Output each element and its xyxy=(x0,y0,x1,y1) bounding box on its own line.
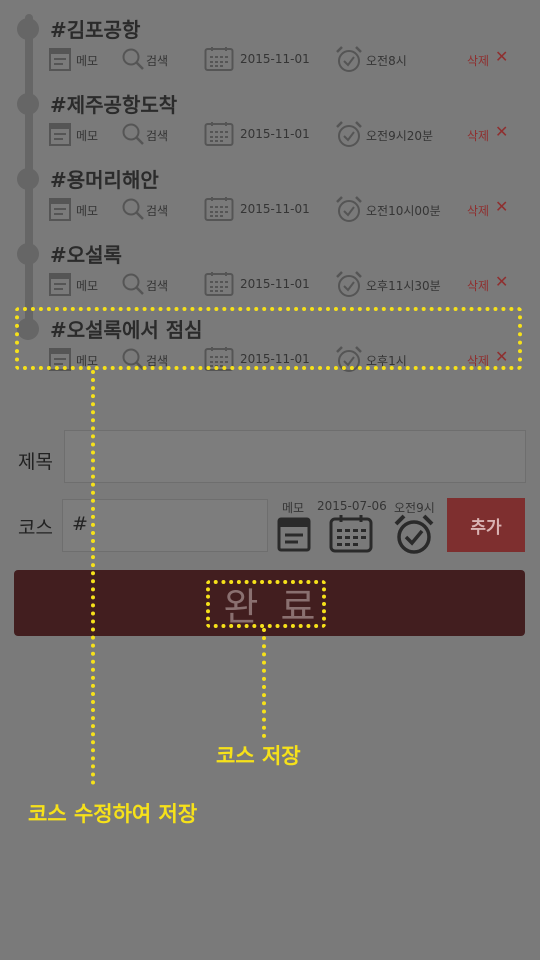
memo-label[interactable]: 메모 xyxy=(76,277,98,294)
search-icon[interactable] xyxy=(121,122,145,146)
delete-button[interactable]: 삭제 xyxy=(467,52,489,69)
course-title[interactable]: #오설록 xyxy=(50,239,122,268)
alarm-clock-icon[interactable] xyxy=(335,120,363,148)
timeline-dot xyxy=(17,168,39,190)
course-title[interactable]: #용머리해안 xyxy=(50,164,159,193)
delete-x-icon[interactable]: ✕ xyxy=(495,47,508,66)
search-icon[interactable] xyxy=(121,47,145,71)
calendar-icon[interactable] xyxy=(204,196,234,222)
memo-icon[interactable] xyxy=(48,121,72,147)
time-label[interactable]: 오전9시20분 xyxy=(366,127,433,144)
delete-x-icon[interactable]: ✕ xyxy=(495,197,508,216)
date-label[interactable]: 2015-11-01 xyxy=(240,277,310,291)
memo-icon[interactable] xyxy=(48,46,72,72)
course-item[interactable]: #오설록 메모 검색 2015-11-01 오후11시30분 삭제 ✕ xyxy=(0,233,540,308)
search-icon[interactable] xyxy=(121,197,145,221)
delete-button[interactable]: 삭제 xyxy=(467,277,489,294)
delete-x-icon[interactable]: ✕ xyxy=(495,122,508,141)
alarm-clock-icon[interactable] xyxy=(335,195,363,223)
course-input-value: # xyxy=(72,513,88,535)
delete-x-icon[interactable]: ✕ xyxy=(495,272,508,291)
alarm-clock-icon[interactable] xyxy=(335,270,363,298)
course-label: 코스 xyxy=(18,517,53,539)
add-button[interactable]: 추가 xyxy=(447,498,525,552)
highlight-edit-connector xyxy=(91,370,95,785)
memo-label[interactable]: 메모 xyxy=(76,202,98,219)
memo-label[interactable]: 메모 xyxy=(76,52,98,69)
search-label[interactable]: 검색 xyxy=(146,127,168,144)
highlight-done-box xyxy=(206,580,326,628)
date-label[interactable]: 2015-11-01 xyxy=(240,127,310,141)
search-icon[interactable] xyxy=(121,272,145,296)
form-memo-icon[interactable] xyxy=(276,515,312,553)
course-title[interactable]: #제주공항도착 xyxy=(50,89,177,118)
course-title[interactable]: #김포공항 xyxy=(50,14,140,43)
alarm-clock-icon[interactable] xyxy=(335,45,363,73)
timeline-dot xyxy=(17,243,39,265)
form-date-label: 2015-07-06 xyxy=(317,499,387,513)
form-alarm-clock-icon[interactable] xyxy=(393,513,435,555)
highlight-edit-course-box xyxy=(15,307,522,370)
time-label[interactable]: 오전10시00분 xyxy=(366,202,441,219)
search-label[interactable]: 검색 xyxy=(146,52,168,69)
calendar-icon[interactable] xyxy=(204,271,234,297)
annotation-edit-save: 코스 수정하여 저장 xyxy=(28,802,198,826)
form-memo-label: 메모 xyxy=(282,501,305,515)
course-item[interactable]: #용머리해안 메모 검색 2015-11-01 오전10시00분 삭제 ✕ xyxy=(0,158,540,233)
title-label: 제목 xyxy=(18,451,53,473)
timeline-dot xyxy=(17,18,39,40)
search-label[interactable]: 검색 xyxy=(146,202,168,219)
time-label[interactable]: 오전8시 xyxy=(366,52,407,69)
highlight-done-connector xyxy=(262,628,266,738)
date-label[interactable]: 2015-11-01 xyxy=(240,52,310,66)
memo-icon[interactable] xyxy=(48,271,72,297)
delete-button[interactable]: 삭제 xyxy=(467,127,489,144)
time-label[interactable]: 오후11시30분 xyxy=(366,277,441,294)
delete-button[interactable]: 삭제 xyxy=(467,202,489,219)
annotation-course-save: 코스 저장 xyxy=(216,744,301,768)
timeline-dot xyxy=(17,93,39,115)
form-calendar-icon[interactable] xyxy=(329,514,373,554)
date-label[interactable]: 2015-11-01 xyxy=(240,202,310,216)
title-input[interactable] xyxy=(64,430,526,483)
search-label[interactable]: 검색 xyxy=(146,277,168,294)
memo-label[interactable]: 메모 xyxy=(76,127,98,144)
memo-icon[interactable] xyxy=(48,196,72,222)
calendar-icon[interactable] xyxy=(204,46,234,72)
course-item[interactable]: #김포공항 메모 검색 2015-11-01 오전8시 삭제 ✕ xyxy=(0,8,540,83)
course-item[interactable]: #제주공항도착 메모 검색 2015-11-01 오전9시20분 삭제 ✕ xyxy=(0,83,540,158)
calendar-icon[interactable] xyxy=(204,121,234,147)
